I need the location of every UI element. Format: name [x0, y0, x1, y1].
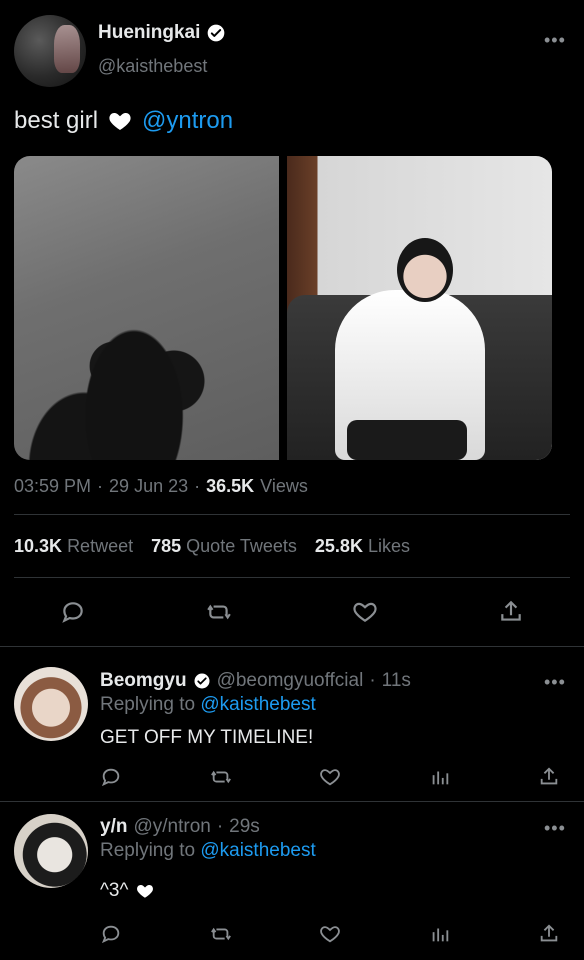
- reply-icon[interactable]: [100, 923, 122, 945]
- verified-badge-icon: [194, 673, 210, 689]
- views-count: 36.5K: [206, 476, 255, 496]
- reply-avatar[interactable]: [14, 667, 88, 741]
- author-handle[interactable]: @kaisthebest: [98, 56, 207, 77]
- author-name-row: Hueningkai: [98, 22, 226, 44]
- analytics-icon[interactable]: [429, 766, 451, 788]
- author-avatar[interactable]: [14, 15, 86, 87]
- tweet-text-body: best girl: [14, 107, 99, 134]
- divider: [14, 577, 570, 578]
- media-photo-shadow[interactable]: [14, 156, 279, 460]
- share-icon[interactable]: [538, 923, 560, 945]
- likes-count: 25.8K: [314, 536, 363, 556]
- reply-age[interactable]: 11s: [382, 670, 411, 692]
- reply-display-name[interactable]: Beomgyu: [100, 670, 187, 692]
- verified-badge-icon: [208, 24, 225, 42]
- more-options-icon[interactable]: •••: [544, 30, 566, 51]
- reply-action-bar: [100, 766, 560, 788]
- more-options-icon[interactable]: •••: [544, 672, 566, 693]
- retweet-icon[interactable]: [210, 923, 232, 945]
- replying-label: Replying to: [100, 694, 196, 715]
- reply-handle[interactable]: @beomgyuoffcial: [217, 670, 364, 692]
- divider: [14, 514, 570, 515]
- meta-separator: ·: [194, 476, 201, 496]
- reply-text-body: ^3^: [100, 880, 129, 901]
- tweet-action-bar: [0, 599, 584, 625]
- analytics-icon[interactable]: [429, 923, 451, 945]
- reply-age[interactable]: 29s: [229, 816, 260, 838]
- head-shape: [397, 238, 453, 302]
- replying-to-link[interactable]: @kaisthebest: [200, 840, 315, 861]
- reply-text: ^3^: [100, 880, 154, 902]
- reply-avatar[interactable]: [14, 814, 88, 888]
- tweet-stats: 10.3K Retweet 785 Quote Tweets 25.8K Lik…: [14, 536, 410, 557]
- likes-label: Likes: [367, 536, 410, 556]
- tweet-media[interactable]: [14, 156, 552, 460]
- retweet-icon[interactable]: [210, 766, 232, 788]
- more-options-icon[interactable]: •••: [544, 818, 566, 839]
- white-heart-emoji-icon: [137, 885, 154, 898]
- heart-icon[interactable]: [319, 923, 341, 945]
- quotes-label: Quote Tweets: [186, 536, 297, 556]
- tweet-date[interactable]: 29 Jun 23: [109, 476, 188, 497]
- quotes-count: 785: [151, 536, 182, 556]
- meta-separator: ·: [369, 670, 376, 691]
- tweet-meta: 03:59 PM · 29 Jun 23 · 36.5K Views: [14, 476, 308, 497]
- reply-header: Beomgyu @beomgyuoffcial · 11s: [100, 670, 411, 692]
- share-icon[interactable]: [498, 599, 524, 625]
- mention-link[interactable]: @yntron: [142, 107, 233, 135]
- reply-text-body: GET OFF MY TIMELINE!: [100, 727, 314, 748]
- reply-icon[interactable]: [60, 599, 86, 625]
- retweets-count: 10.3K: [14, 536, 63, 556]
- heart-icon[interactable]: [352, 599, 378, 625]
- tweet-time[interactable]: 03:59 PM: [14, 476, 91, 497]
- reply-text: GET OFF MY TIMELINE!: [100, 727, 313, 749]
- heart-icon[interactable]: [319, 766, 341, 788]
- views-label: Views: [260, 476, 308, 496]
- tweet-text: best girl @yntron: [14, 107, 233, 135]
- replying-to: Replying to @kaisthebest: [100, 840, 316, 862]
- retweet-icon[interactable]: [206, 599, 232, 625]
- share-icon[interactable]: [538, 766, 560, 788]
- likes-stat[interactable]: 25.8K Likes: [315, 536, 410, 557]
- meta-separator: ·: [97, 476, 104, 496]
- replying-to: Replying to @kaisthebest: [100, 694, 316, 716]
- retweets-stat[interactable]: 10.3K Retweet: [14, 536, 133, 557]
- author-display-name[interactable]: Hueningkai: [98, 22, 200, 44]
- divider: [0, 646, 584, 647]
- meta-separator: ·: [216, 816, 224, 837]
- reply-action-bar: [100, 923, 560, 945]
- retweets-label: Retweet: [67, 536, 134, 556]
- replying-label: Replying to: [100, 840, 196, 861]
- white-heart-emoji-icon: [109, 113, 131, 130]
- reply-display-name[interactable]: y/n: [100, 816, 127, 838]
- divider: [0, 801, 584, 802]
- replying-to-link[interactable]: @kaisthebest: [200, 694, 315, 715]
- reply-handle[interactable]: @y/ntron: [133, 816, 210, 838]
- legs-shape: [347, 420, 467, 460]
- reply-header: y/n @y/ntron · 29s: [100, 816, 260, 838]
- media-photo-person[interactable]: [287, 156, 552, 460]
- reply-icon[interactable]: [100, 766, 122, 788]
- quotes-stat[interactable]: 785 Quote Tweets: [151, 536, 297, 557]
